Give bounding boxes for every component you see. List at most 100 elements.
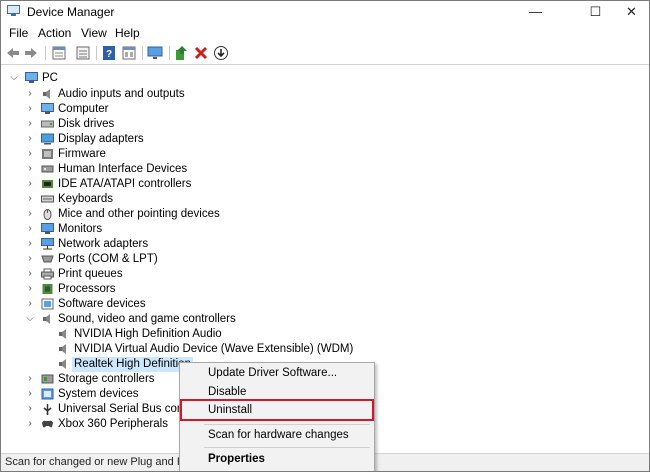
- minimize-button[interactable]: —: [513, 1, 558, 23]
- chevron-right-icon[interactable]: ›: [25, 208, 35, 220]
- tree-category[interactable]: › Ports (COM & LPT): [1, 252, 649, 267]
- chevron-right-icon[interactable]: ›: [25, 148, 35, 160]
- tree-category[interactable]: › Keyboards: [1, 192, 649, 207]
- menu-label: Disable: [208, 386, 247, 398]
- tree-category[interactable]: › Computer: [1, 102, 649, 117]
- monitor-icon[interactable]: [147, 45, 163, 61]
- window-title: Device Manager: [27, 5, 115, 19]
- properties-sheet-icon[interactable]: [51, 45, 67, 61]
- toolbar-separator: [142, 46, 143, 60]
- mouse-icon: [43, 209, 52, 220]
- tree-label: Print queues: [58, 268, 123, 280]
- tree-label: NVIDIA High Definition Audio: [74, 328, 222, 340]
- computer-icon: [25, 72, 38, 83]
- tree-label: PC: [42, 72, 58, 84]
- tree-label: Processors: [58, 283, 116, 295]
- tree-category[interactable]: › Monitors: [1, 222, 649, 237]
- menu-action[interactable]: Action: [38, 26, 71, 40]
- tree-category-sound-expanded[interactable]: ⌵ Sound, video and game controllers: [1, 312, 649, 327]
- firmware-icon: [42, 149, 53, 159]
- menu-properties[interactable]: Properties: [180, 450, 374, 470]
- chevron-down-icon[interactable]: ⌵: [25, 313, 35, 325]
- scan-download-icon[interactable]: [213, 45, 229, 61]
- details-view-icon[interactable]: [121, 45, 137, 61]
- menu-scan-hardware[interactable]: Scan for hardware changes: [180, 426, 374, 446]
- storage-controller-icon: [41, 374, 54, 384]
- monitor-icon: [41, 223, 54, 234]
- tree-category[interactable]: › Audio inputs and outputs: [1, 87, 649, 102]
- tree-category[interactable]: › Print queues: [1, 267, 649, 282]
- chevron-right-icon[interactable]: ›: [25, 418, 35, 430]
- menu-update-driver[interactable]: Update Driver Software...: [180, 364, 374, 384]
- ide-controller-icon: [42, 180, 53, 188]
- chevron-right-icon[interactable]: ›: [25, 283, 35, 295]
- chevron-right-icon[interactable]: ›: [25, 238, 35, 250]
- tree-label: Audio inputs and outputs: [58, 88, 185, 100]
- tree-device[interactable]: NVIDIA High Definition Audio: [1, 327, 649, 342]
- chevron-right-icon[interactable]: ›: [25, 118, 35, 130]
- tree-category[interactable]: › Mice and other pointing devices: [1, 207, 649, 222]
- hid-icon: [41, 165, 54, 173]
- tree-label: Display adapters: [58, 133, 144, 145]
- uninstall-x-icon[interactable]: [193, 45, 209, 61]
- update-driver-icon[interactable]: [173, 45, 189, 61]
- chevron-right-icon[interactable]: ›: [25, 133, 35, 145]
- tree-label: Sound, video and game controllers: [58, 313, 236, 325]
- toolbar: ?: [1, 42, 649, 65]
- forward-arrow-icon[interactable]: [23, 45, 39, 61]
- chevron-right-icon[interactable]: ›: [25, 88, 35, 100]
- close-button[interactable]: ✕: [609, 1, 649, 23]
- help-icon[interactable]: ?: [101, 45, 117, 61]
- menu-label: Properties: [208, 453, 265, 465]
- speaker-icon: [59, 344, 66, 354]
- chevron-right-icon[interactable]: ›: [25, 298, 35, 310]
- chevron-right-icon[interactable]: ›: [25, 268, 35, 280]
- tree-category[interactable]: › Disk drives: [1, 117, 649, 132]
- chevron-right-icon[interactable]: ›: [25, 373, 35, 385]
- device-manager-app-icon: [7, 5, 20, 16]
- chevron-down-icon[interactable]: ⌵: [9, 72, 19, 84]
- tree-category[interactable]: › Firmware: [1, 147, 649, 162]
- toolbar-separator: [96, 46, 97, 60]
- tree-category[interactable]: › Software devices: [1, 297, 649, 312]
- network-adapter-icon: [41, 238, 54, 250]
- display-adapter-icon: [41, 133, 54, 145]
- tree-label: Realtek High Definition: [72, 357, 193, 372]
- svg-text:?: ?: [106, 49, 112, 60]
- tree-label: Firmware: [58, 148, 106, 160]
- list-view-icon[interactable]: [75, 45, 91, 61]
- chevron-right-icon[interactable]: ›: [25, 163, 35, 175]
- context-menu: Update Driver Software... Disable Uninst…: [179, 362, 375, 471]
- usb-icon: [43, 404, 52, 415]
- menu-help[interactable]: Help: [115, 26, 140, 40]
- tree-label: NVIDIA Virtual Audio Device (Wave Extens…: [74, 343, 354, 355]
- tree-label: Mice and other pointing devices: [58, 208, 220, 220]
- toolbar-separator: [169, 46, 170, 60]
- tree-category[interactable]: › Display adapters: [1, 132, 649, 147]
- chevron-right-icon[interactable]: ›: [25, 403, 35, 415]
- chevron-right-icon[interactable]: ›: [25, 388, 35, 400]
- back-arrow-icon[interactable]: [5, 45, 21, 61]
- speaker-icon: [59, 359, 66, 369]
- tree-label: Computer: [58, 103, 109, 115]
- tree-category[interactable]: › Network adapters: [1, 237, 649, 252]
- tree-category[interactable]: › IDE ATA/ATAPI controllers: [1, 177, 649, 192]
- tree-label: Software devices: [58, 298, 146, 310]
- chevron-right-icon[interactable]: ›: [25, 253, 35, 265]
- chevron-right-icon[interactable]: ›: [25, 193, 35, 205]
- tree-device[interactable]: NVIDIA Virtual Audio Device (Wave Extens…: [1, 342, 649, 357]
- menu-label: Update Driver Software...: [208, 367, 338, 379]
- device-manager-window: Device Manager — ☐ ✕ File Action View He…: [0, 0, 650, 472]
- chevron-right-icon[interactable]: ›: [25, 103, 35, 115]
- chevron-right-icon[interactable]: ›: [25, 223, 35, 235]
- chevron-right-icon[interactable]: ›: [25, 178, 35, 190]
- tree-root-pc[interactable]: ⌵ PC: [1, 71, 649, 86]
- tree-category[interactable]: › Processors: [1, 282, 649, 297]
- menu-view[interactable]: View: [81, 26, 107, 40]
- speaker-icon: [43, 89, 50, 99]
- speaker-icon: [43, 314, 50, 324]
- uninstall-highlight-box: [180, 399, 374, 421]
- tree-category[interactable]: › Human Interface Devices: [1, 162, 649, 177]
- gamepad-icon: [42, 420, 53, 428]
- menu-file[interactable]: File: [9, 26, 28, 40]
